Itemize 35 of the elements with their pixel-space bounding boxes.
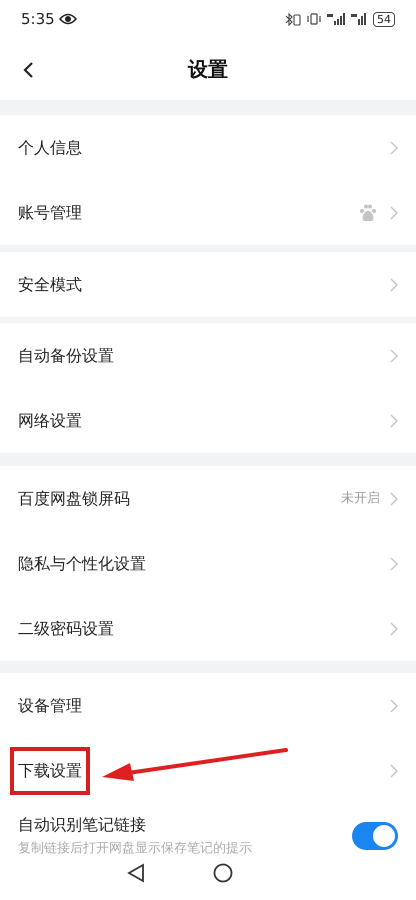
signal-icon	[327, 13, 346, 25]
page-title: 设置	[188, 56, 228, 83]
chevron-icon	[390, 492, 398, 506]
row-label[interactable]: 设备管理	[18, 694, 82, 718]
vibrate-icon	[306, 13, 322, 25]
row-label: 自动识别笔记链接	[18, 814, 147, 836]
row-description: 复制链接后打开网盘显示保存笔记的提示	[18, 840, 253, 858]
row-label[interactable]: 隐私与个性化设置	[18, 552, 146, 576]
back-nav-icon[interactable]	[127, 863, 145, 883]
row-label[interactable]: 个人信息	[18, 136, 82, 160]
row-label[interactable]: 百度网盘锁屏码	[18, 486, 130, 510]
status-time: 5:35	[21, 8, 55, 30]
row-value: 未开启	[341, 490, 380, 508]
bluetooth-icon	[285, 12, 301, 26]
row-label[interactable]: 下载设置	[10, 746, 90, 794]
row-label[interactable]: 自动备份设置	[18, 344, 114, 368]
battery-indicator: 54	[373, 12, 395, 26]
chevron-icon	[390, 278, 398, 292]
chevron-icon	[390, 556, 398, 570]
row-label[interactable]: 账号管理	[18, 200, 82, 224]
chevron-icon	[390, 698, 398, 712]
chevron-icon	[390, 764, 398, 778]
chevron-icon	[390, 622, 398, 636]
signal-icon	[351, 13, 368, 25]
eye-icon	[58, 13, 77, 25]
row-label[interactable]: 网络设置	[18, 408, 82, 432]
chevron-icon	[390, 348, 398, 362]
chevron-icon	[390, 414, 398, 428]
row-label[interactable]: 二级密码设置	[18, 616, 114, 640]
back-icon[interactable]	[22, 61, 34, 79]
chevron-icon	[390, 140, 398, 154]
chevron-icon	[390, 206, 398, 220]
toggle-switch[interactable]	[352, 822, 398, 850]
home-nav-icon[interactable]	[213, 863, 233, 883]
row-label[interactable]: 安全模式	[18, 272, 82, 296]
